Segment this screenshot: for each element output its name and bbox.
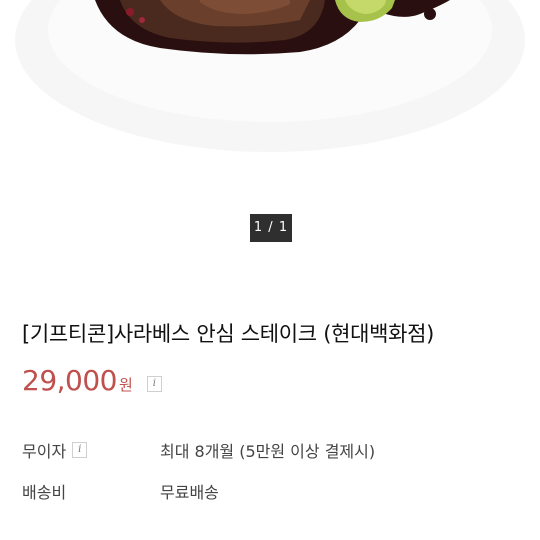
steak-plate-image (15, 0, 525, 152)
shipping-value: 무료배송 (160, 483, 219, 502)
product-price: 29,000 (22, 364, 117, 397)
price-row: 29,000 원 i (22, 364, 162, 404)
currency-unit: 원 (118, 376, 133, 394)
installment-info-icon[interactable]: i (72, 442, 88, 458)
product-image[interactable] (0, 0, 540, 200)
installment-row: 무이자 i 최대 8개월 (5만원 이상 결제시) (22, 438, 375, 462)
installment-value: 최대 8개월 (5만원 이상 결제시) (160, 442, 376, 461)
image-counter: 1 / 1 (250, 214, 292, 242)
shipping-row: 배송비 무료배송 (22, 479, 219, 503)
installment-label: 무이자 (22, 442, 67, 461)
product-title: [기프티콘]사라베스 안심 스테이크 (현대백화점) (22, 322, 435, 346)
shipping-label: 배송비 (22, 483, 67, 502)
price-info-icon[interactable]: i (146, 376, 162, 392)
